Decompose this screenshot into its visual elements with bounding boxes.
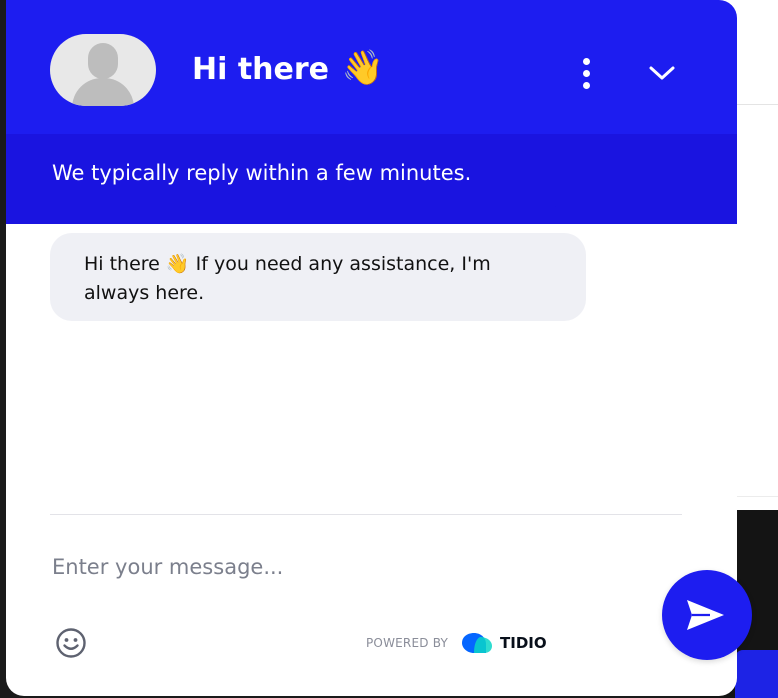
header-wave-edge: [6, 194, 737, 215]
message-text: Hi there 👋 If you need any assistance, I…: [84, 250, 504, 308]
send-button[interactable]: [662, 570, 752, 660]
options-menu-button[interactable]: [572, 54, 600, 94]
operator-avatar: [50, 34, 156, 106]
tidio-brand-name: TIDIO: [500, 634, 547, 652]
kebab-menu-icon: [583, 58, 590, 65]
powered-by-label: POWERED BY: [366, 636, 449, 650]
chat-title: Hi there 👋: [192, 48, 384, 90]
chat-widget: Hi there 👋 We typically reply within a f…: [6, 0, 737, 696]
avatar-shoulders: [72, 78, 134, 106]
powered-by-link[interactable]: POWERED BY TIDIO: [366, 628, 547, 658]
user-placeholder-icon: [88, 43, 118, 79]
operator-message-bubble: Hi there 👋 If you need any assistance, I…: [50, 233, 586, 321]
send-arrow-icon: [687, 600, 724, 630]
kebab-menu-icon-dot: [583, 70, 590, 77]
kebab-menu-icon-dot: [583, 82, 590, 89]
waving-hand-icon: 👋: [165, 253, 190, 275]
chat-header: Hi there 👋: [6, 0, 737, 134]
reply-time-text: We typically reply within a few minutes.: [52, 161, 472, 185]
minimize-button[interactable]: [642, 58, 682, 88]
chevron-down-icon: [649, 66, 675, 80]
tidio-logo-icon: [462, 633, 493, 653]
emoji-picker-button[interactable]: [54, 626, 88, 660]
chat-title-text: Hi there: [192, 52, 330, 87]
message-input[interactable]: [50, 545, 652, 589]
message-text-start: Hi there: [84, 253, 166, 275]
smiley-icon: [56, 628, 86, 658]
waving-hand-icon: 👋: [341, 48, 384, 88]
background-launcher-edge: [735, 650, 778, 698]
composer-divider: [50, 514, 682, 515]
